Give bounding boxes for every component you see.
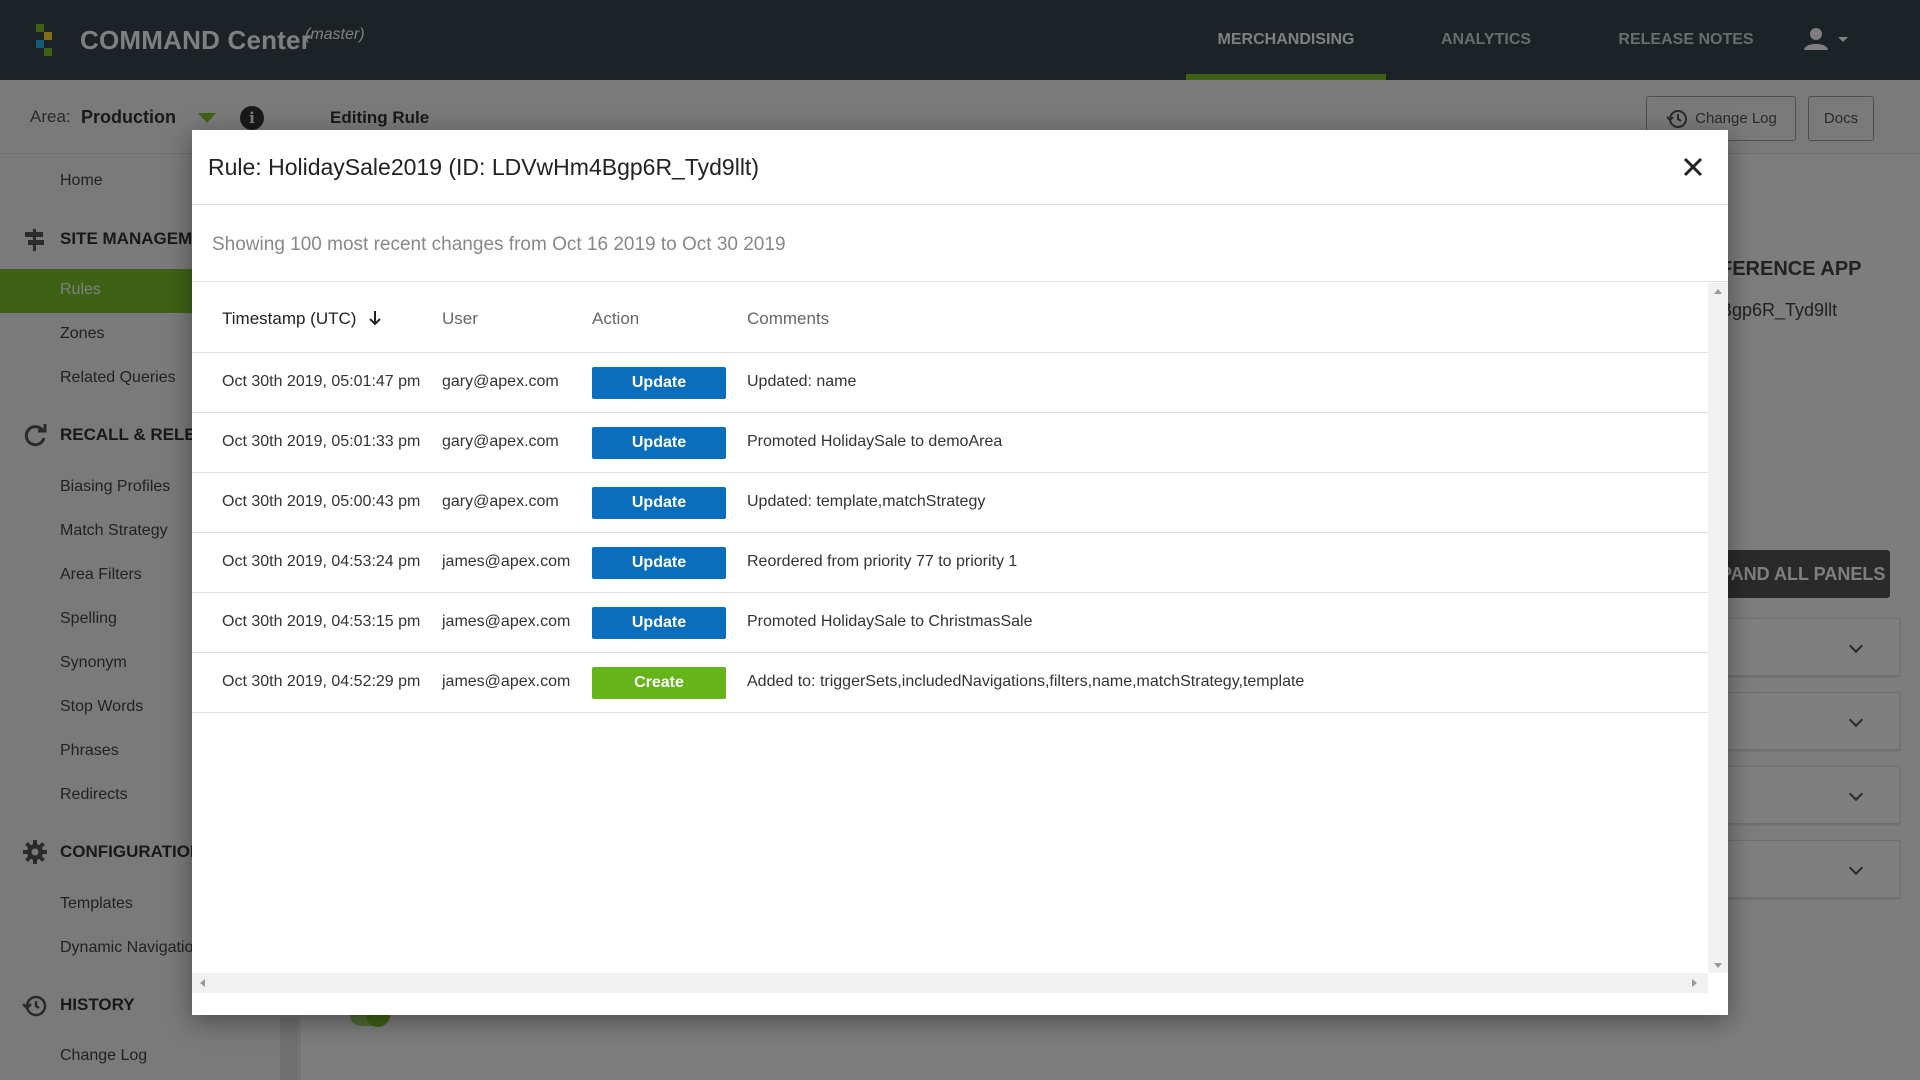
cell-user: gary@apex.com — [442, 493, 559, 510]
modal-header: Rule: HolidaySale2019 (ID: LDVwHm4Bgp6R_… — [192, 130, 1728, 205]
action-update-button[interactable]: Update — [592, 427, 726, 459]
scroll-down-arrow-icon[interactable] — [1714, 963, 1722, 968]
summary-bar: Showing 100 most recent changes from Oct… — [192, 206, 1728, 282]
action-update-button[interactable]: Update — [592, 607, 726, 639]
change-log-modal: Rule: HolidaySale2019 (ID: LDVwHm4Bgp6R_… — [192, 130, 1728, 1015]
cell-comment: Promoted HolidaySale to ChristmasSale — [747, 613, 1033, 630]
table-row: Oct 30th 2019, 05:00:43 pm gary@apex.com… — [192, 473, 1708, 533]
column-header-timestamp-label: Timestamp (UTC) — [222, 309, 357, 328]
cell-user: james@apex.com — [442, 613, 571, 630]
cell-comment: Updated: template,matchStrategy — [747, 493, 986, 510]
summary-text: Showing 100 most recent changes from Oct… — [212, 234, 786, 255]
horizontal-scrollbar[interactable] — [192, 973, 1708, 993]
close-button[interactable] — [1680, 154, 1706, 180]
table-row: Oct 30th 2019, 05:01:33 pm gary@apex.com… — [192, 413, 1708, 473]
table-row: Oct 30th 2019, 04:52:29 pm james@apex.co… — [192, 653, 1708, 713]
action-update-button[interactable]: Update — [592, 487, 726, 519]
cell-comment: Added to: triggerSets,includedNavigation… — [747, 673, 1305, 690]
modal-title: Rule: HolidaySale2019 (ID: LDVwHm4Bgp6R_… — [208, 154, 759, 180]
scroll-up-arrow-icon[interactable] — [1714, 289, 1722, 294]
column-header-comments[interactable]: Comments — [747, 309, 829, 329]
cell-timestamp: Oct 30th 2019, 05:01:33 pm — [222, 433, 421, 450]
action-update-button[interactable]: Update — [592, 547, 726, 579]
cell-timestamp: Oct 30th 2019, 05:00:43 pm — [222, 493, 421, 510]
column-header-user[interactable]: User — [442, 309, 478, 329]
action-create-button[interactable]: Create — [592, 667, 726, 699]
close-icon — [1683, 157, 1703, 177]
table-row: Oct 30th 2019, 04:53:15 pm james@apex.co… — [192, 593, 1708, 653]
cell-timestamp: Oct 30th 2019, 04:52:29 pm — [222, 673, 421, 690]
sort-descending-icon — [369, 311, 381, 326]
cell-user: james@apex.com — [442, 673, 571, 690]
cell-user: gary@apex.com — [442, 373, 559, 390]
scroll-left-arrow-icon[interactable] — [200, 979, 205, 987]
cell-comment: Promoted HolidaySale to demoArea — [747, 433, 1003, 450]
table-row: Oct 30th 2019, 04:53:24 pm james@apex.co… — [192, 533, 1708, 593]
vertical-scrollbar[interactable] — [1708, 283, 1728, 973]
column-header-timestamp[interactable]: Timestamp (UTC) — [222, 309, 383, 329]
scroll-right-arrow-icon[interactable] — [1692, 979, 1697, 987]
table-header: Timestamp (UTC) User Action Comments — [192, 283, 1708, 353]
cell-timestamp: Oct 30th 2019, 04:53:24 pm — [222, 553, 421, 570]
cell-comment: Updated: name — [747, 373, 857, 390]
cell-user: gary@apex.com — [442, 433, 559, 450]
cell-comment: Reordered from priority 77 to priority 1 — [747, 553, 1018, 570]
cell-timestamp: Oct 30th 2019, 04:53:15 pm — [222, 613, 421, 630]
table-row: Oct 30th 2019, 05:01:47 pm gary@apex.com… — [192, 353, 1708, 413]
cell-timestamp: Oct 30th 2019, 05:01:47 pm — [222, 373, 421, 390]
column-header-action[interactable]: Action — [592, 309, 639, 329]
cell-user: james@apex.com — [442, 553, 571, 570]
change-log-table: Timestamp (UTC) User Action Comments Oct… — [192, 283, 1728, 995]
action-update-button[interactable]: Update — [592, 367, 726, 399]
